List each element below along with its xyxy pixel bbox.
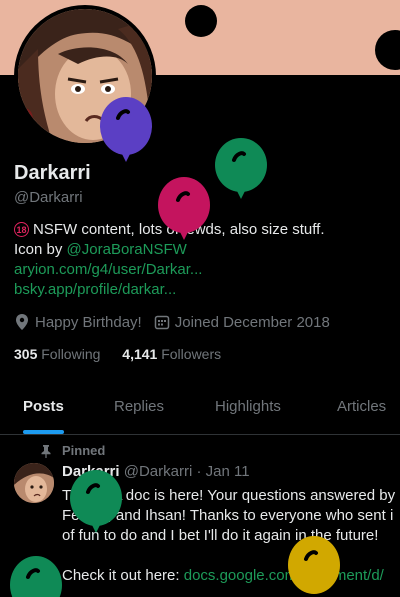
post-line <box>62 546 400 566</box>
tab-label: Posts <box>23 398 64 415</box>
pinned-indicator: Pinned <box>40 443 105 458</box>
pin-icon <box>41 444 51 458</box>
location-icon <box>16 314 28 330</box>
tab-articles[interactable]: Articles <box>337 380 386 434</box>
post-link[interactable]: docs.google.com/document/d/ <box>184 567 384 584</box>
following-count: 305 <box>14 346 38 362</box>
calendar-icon <box>154 315 169 330</box>
tab-posts[interactable]: Posts <box>23 380 64 434</box>
balloon-icon <box>70 470 122 533</box>
post-author-handle[interactable]: @Darkarri <box>124 463 193 480</box>
adult-content-icon: 18 <box>14 222 29 237</box>
tab-label: Articles <box>337 398 387 415</box>
pinned-label: Pinned <box>62 443 106 458</box>
balloon-icon <box>10 556 62 597</box>
separator: · <box>196 463 202 480</box>
post-line: Check it out here: <box>62 567 184 584</box>
followers-count: 4,141 <box>122 346 158 362</box>
post-date[interactable]: Jan 11 <box>206 463 250 480</box>
balloon-icon <box>158 177 210 240</box>
following-label: Following <box>41 346 101 362</box>
tab-label: Replies <box>114 398 165 415</box>
follow-stats: 305 Following 4,141 Followers <box>14 346 239 362</box>
following-link[interactable]: 305 Following <box>14 346 100 362</box>
tab-label: Highlights <box>215 398 281 415</box>
joined-text: Joined December 2018 <box>174 313 330 331</box>
website-link[interactable]: bsky.app/profile/darkar... <box>14 281 176 298</box>
balloon-icon <box>100 97 152 162</box>
profile-handle: @Darkarri <box>14 189 83 206</box>
followers-label: Followers <box>161 346 222 362</box>
website-link[interactable]: aryion.com/g4/user/Darkar... <box>14 261 202 278</box>
tab-highlights[interactable]: Highlights <box>215 380 281 434</box>
joined-item: Joined December 2018 <box>154 314 330 331</box>
followers-link[interactable]: 4,141 Followers <box>122 346 221 362</box>
banner-dot <box>185 5 217 37</box>
profile-name: Darkarri <box>14 162 91 184</box>
profile-tabs: Posts Replies Highlights Articles <box>0 380 400 435</box>
birthday-item: Happy Birthday! <box>14 313 142 331</box>
balloon-icon <box>215 138 267 199</box>
banner-dot <box>375 30 400 70</box>
post-author-avatar[interactable] <box>14 463 54 503</box>
profile-meta: Happy Birthday! Joined December 2018 <box>14 313 342 331</box>
tab-replies[interactable]: Replies <box>114 380 164 434</box>
balloon-icon <box>288 536 340 594</box>
bio-text: Icon by <box>14 241 67 258</box>
birthday-text: Happy Birthday! <box>35 313 142 331</box>
active-tab-indicator <box>23 430 64 434</box>
